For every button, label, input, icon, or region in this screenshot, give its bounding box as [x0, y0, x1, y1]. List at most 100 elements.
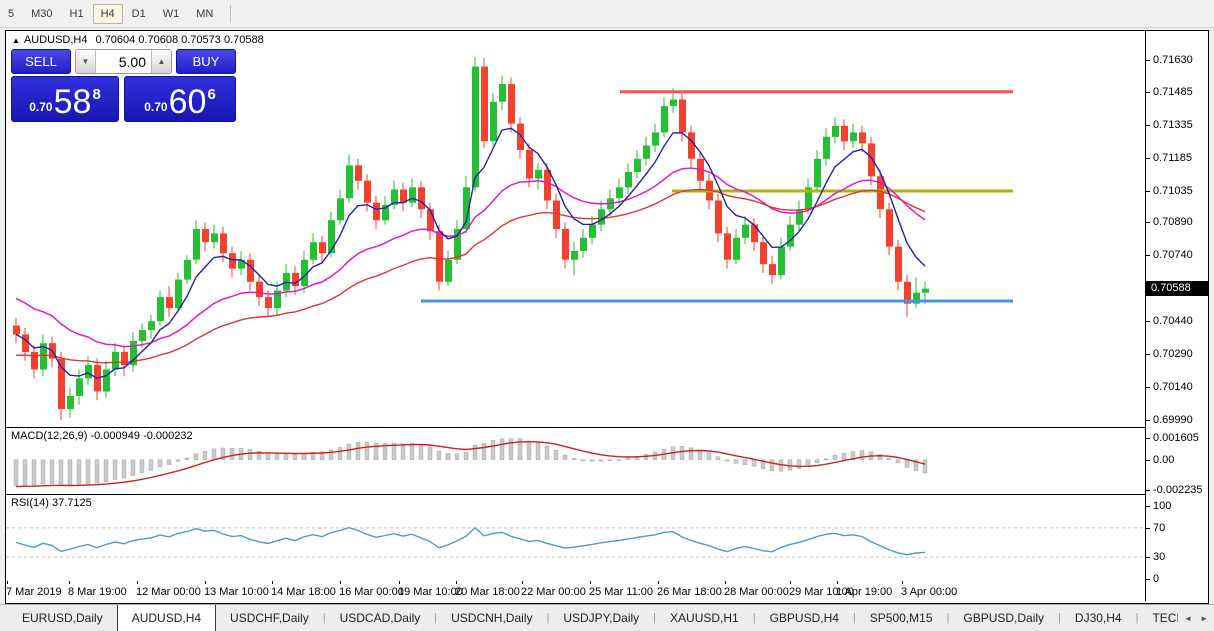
- macd-histogram-bar: [590, 460, 594, 462]
- buy-price-button[interactable]: 0.70 60 6: [124, 76, 236, 122]
- macd-histogram-bar: [716, 457, 720, 460]
- time-tick-mark: [590, 581, 591, 584]
- chart-tab-usdcad-daily[interactable]: USDCAD,Daily: [326, 605, 435, 631]
- candle-body: [850, 132, 857, 141]
- chart-tab-audusd-h4[interactable]: AUDUSD,H4: [117, 604, 216, 631]
- candle-body: [688, 132, 695, 158]
- macd-histogram-bar: [491, 440, 495, 460]
- macd-histogram-bar: [167, 460, 171, 465]
- time-tick-mark: [399, 581, 400, 584]
- price-tick-label: 0.70440: [1146, 315, 1193, 327]
- chart-tab-usdchf-daily[interactable]: USDCHF,Daily: [216, 605, 323, 631]
- macd-histogram-bar: [464, 452, 468, 460]
- axis-tick-text: 0.71485: [1153, 86, 1193, 98]
- time-tick-label: 1 Apr 19:00: [836, 586, 892, 598]
- timeframe-button-m30[interactable]: M30: [23, 4, 60, 24]
- axis-tick-mark: [1146, 490, 1150, 491]
- candle-body: [823, 137, 830, 159]
- time-tick-mark: [725, 581, 726, 584]
- macd-histogram-bar: [617, 460, 621, 461]
- macd-histogram-bar: [509, 439, 513, 460]
- axis-tick-text: 0.00: [1153, 454, 1174, 466]
- time-tick-label: 28 Mar 00:00: [724, 586, 789, 598]
- macd-histogram-bar: [113, 460, 117, 480]
- macd-histogram-bar: [203, 451, 207, 460]
- price-tick-label: 0.69990: [1146, 414, 1193, 426]
- volume-decrease-button[interactable]: ▼: [76, 50, 96, 73]
- ma-mid-line: [16, 168, 925, 347]
- chart-tab-dj30-h4[interactable]: DJ30,H4: [1061, 605, 1136, 631]
- macd-histogram-bar: [95, 460, 99, 484]
- macd-histogram-bar: [59, 460, 63, 486]
- candle-body: [292, 273, 299, 286]
- axis-tick-mark: [1146, 387, 1150, 388]
- time-tick-label: 16 Mar 00:00: [339, 586, 404, 598]
- candle-body: [886, 209, 893, 246]
- macd-histogram-bar: [689, 448, 693, 460]
- macd-histogram-bar: [626, 458, 630, 460]
- timeframe-button-h1[interactable]: H1: [62, 4, 92, 24]
- buy-price-prefix: 0.70: [144, 100, 167, 114]
- axis-tick-mark: [1146, 158, 1150, 159]
- macd-histogram-bar: [293, 454, 297, 459]
- timeframe-toolbar: 5M30H1H4D1W1MN: [0, 0, 1214, 28]
- axis-tick-mark: [1146, 60, 1150, 61]
- price-tick-label: 0.70890: [1146, 216, 1193, 228]
- candle-body: [418, 187, 425, 209]
- chart-tab-usdjpy-daily[interactable]: USDJPY,Daily: [549, 605, 653, 631]
- candle-body: [157, 297, 164, 321]
- candle-body: [571, 251, 578, 260]
- volume-stepper: ▼ ▲: [75, 49, 172, 74]
- timeframe-button-d1[interactable]: D1: [124, 4, 154, 24]
- macd-histogram-bar: [815, 460, 819, 463]
- candle-body: [814, 159, 821, 188]
- macd-histogram-bar: [698, 450, 702, 460]
- sell-price-pip: 8: [92, 86, 100, 103]
- macd-histogram-bar: [32, 460, 36, 486]
- timeframe-button-mn[interactable]: MN: [188, 4, 221, 24]
- macd-histogram-bar: [149, 460, 153, 471]
- rsi-chart[interactable]: [6, 495, 1145, 581]
- axis-tick-text: 0.71185: [1153, 152, 1192, 164]
- current-price-badge: 0.70588: [1146, 281, 1209, 296]
- time-tick-mark: [790, 581, 791, 584]
- chart-tab-gbpusd-h4[interactable]: GBPUSD,H4: [756, 605, 853, 631]
- macd-histogram-bar: [842, 453, 846, 459]
- chart-tab-usdcnh-daily[interactable]: USDCNH,Daily: [437, 605, 546, 631]
- candle-body: [229, 253, 236, 268]
- candle-body: [922, 289, 929, 293]
- candle-body: [724, 233, 731, 259]
- buy-button[interactable]: BUY: [176, 49, 236, 74]
- volume-increase-button[interactable]: ▲: [151, 50, 171, 73]
- chart-tab-sp500-m15[interactable]: SP500,M15: [856, 605, 947, 631]
- macd-histogram-bar: [266, 453, 270, 460]
- chart-tab-xauusd-h1[interactable]: XAUUSD,H1: [656, 605, 753, 631]
- volume-input[interactable]: [96, 50, 151, 73]
- chart-tab-eurusd-daily[interactable]: EURUSD,Daily: [8, 605, 117, 631]
- axis-tick-text: 0.001605: [1153, 432, 1199, 444]
- tab-scroll-right-button[interactable]: ►: [1200, 614, 1208, 623]
- timeframe-button-w1[interactable]: W1: [155, 4, 188, 24]
- candle-body: [31, 352, 38, 370]
- sell-button[interactable]: SELL: [11, 49, 71, 74]
- chart-tab-gbpusd-daily[interactable]: GBPUSD,Daily: [949, 605, 1058, 631]
- tab-scroll-controls: ◄►: [1178, 606, 1214, 630]
- candle-body: [580, 238, 587, 251]
- axis-tick-text: 0.71630: [1153, 54, 1193, 66]
- sell-price-button[interactable]: 0.70 58 8: [11, 76, 119, 122]
- macd-histogram-bar: [365, 442, 369, 460]
- time-tick-label: 22 Mar 00:00: [521, 586, 586, 598]
- time-tick-mark: [272, 581, 273, 584]
- candle-body: [184, 260, 191, 280]
- candle-body: [22, 334, 29, 352]
- axis-tick-mark: [1146, 222, 1150, 223]
- macd-histogram-bar: [77, 460, 81, 485]
- timeframe-button-5[interactable]: 5: [0, 4, 22, 24]
- axis-tick-mark: [1146, 420, 1150, 421]
- tab-scroll-left-button[interactable]: ◄: [1184, 614, 1192, 623]
- candle-body: [310, 242, 317, 260]
- time-tick-label: 12 Mar 00:00: [136, 586, 201, 598]
- time-tick-mark: [205, 581, 206, 584]
- macd-histogram-bar: [563, 455, 567, 460]
- timeframe-button-h4[interactable]: H4: [93, 4, 123, 24]
